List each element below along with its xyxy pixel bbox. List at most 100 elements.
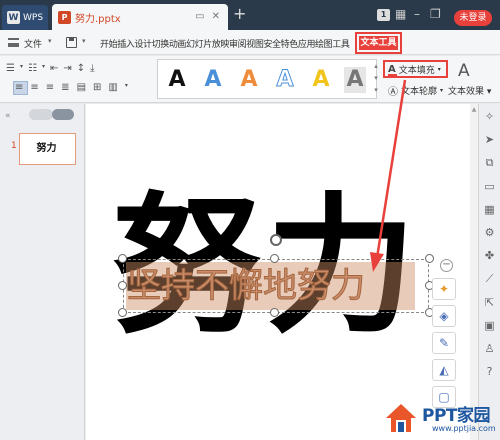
pptx-file-icon: P <box>58 10 71 24</box>
chevron-down-icon: ▾ <box>437 66 441 73</box>
shape-icon[interactable]: ▭ <box>484 180 494 193</box>
text-fill-button[interactable]: A 文本填充 ▾ <box>388 63 441 76</box>
vertical-scrollbar[interactable] <box>470 104 478 440</box>
hamburger-menu-icon[interactable] <box>8 38 19 47</box>
document-tab-label: 努力.pptx <box>75 13 121 25</box>
tab-design[interactable]: 设计 <box>134 37 152 50</box>
user-icon[interactable]: ♙ <box>485 342 495 355</box>
pin-icon[interactable]: ✧ <box>485 110 494 123</box>
line-spacing-icon[interactable]: ↕ <box>77 63 85 74</box>
text-fill-icon: A <box>388 64 397 76</box>
align-right-icon[interactable]: ≡ <box>46 82 54 93</box>
file-menu[interactable]: 文件 <box>24 37 42 50</box>
bullet-list-icon[interactable]: ☰ <box>6 63 15 74</box>
text-fill-label: 文本填充 <box>398 66 435 76</box>
copy-icon[interactable]: ⧉ <box>486 156 494 170</box>
save-icon[interactable] <box>66 37 77 48</box>
collapse-float-toolbar-button[interactable]: − <box>440 259 453 272</box>
resize-handle[interactable] <box>118 254 127 263</box>
layers-icon[interactable]: ◈ <box>432 305 456 327</box>
distribute-icon[interactable]: ▤ <box>77 82 86 93</box>
tab-security[interactable]: 安全 <box>263 37 281 50</box>
new-tab-button[interactable]: + <box>233 6 246 22</box>
align-center-icon[interactable]: ≡ <box>30 82 38 93</box>
magic-wand-icon[interactable]: ✦ <box>432 278 456 300</box>
decrease-indent-icon[interactable]: ⇤ <box>50 63 58 74</box>
columns-icon[interactable]: ▥ <box>108 82 117 93</box>
minimize-icon[interactable]: – <box>414 7 420 21</box>
resize-handle[interactable] <box>118 308 127 317</box>
text-effect-icon[interactable]: A <box>458 61 470 81</box>
scroll-up-icon[interactable]: ▲ <box>470 106 478 113</box>
text-outline-button[interactable]: Ⓐ 文本轮廓 ▾ <box>388 83 443 98</box>
wps-logo-icon: W <box>7 11 20 24</box>
text-effect-button[interactable]: 文本效果 ▾ <box>448 84 491 97</box>
text-style-gallery: A A A A A A <box>157 59 377 99</box>
image-icon[interactable]: ▣ <box>484 319 494 332</box>
style-preset-blue[interactable]: A <box>202 67 224 93</box>
tab-special-apps[interactable]: 特色应用 <box>281 37 316 50</box>
style-preset-black[interactable]: A <box>166 67 188 93</box>
view-toggle[interactable] <box>29 109 53 120</box>
justify-icon[interactable]: ≣ <box>61 82 69 93</box>
numbered-list-icon[interactable]: ☷ <box>28 63 37 74</box>
increase-indent-icon[interactable]: ⇥ <box>63 63 71 74</box>
share-icon[interactable]: ⇱ <box>485 296 494 309</box>
gear-icon[interactable]: ⚙ <box>485 226 495 239</box>
tab-review[interactable]: 审阅 <box>229 37 247 50</box>
style-preset-outline[interactable]: A <box>274 67 296 93</box>
text-effect-label: 文本效果 <box>448 87 485 97</box>
thumbnail-text: 努力 <box>36 143 57 154</box>
resize-handle[interactable] <box>425 254 434 263</box>
tab-animation[interactable]: 动画 <box>169 37 187 50</box>
maximize-icon[interactable]: ❐ <box>430 7 441 21</box>
resize-handle[interactable] <box>118 281 127 290</box>
resize-handle[interactable] <box>270 254 279 263</box>
cursor-icon[interactable]: ➤ <box>485 133 494 146</box>
chevron-down-icon[interactable]: ▾ <box>42 63 45 74</box>
menu-tabs: 开始 插入 设计 切换 动画 幻灯片放映 审阅 视图 安全 特色应用 绘图工具 <box>100 37 350 50</box>
monitor-icon[interactable]: ▭ <box>195 11 204 22</box>
resize-handle[interactable] <box>270 308 279 317</box>
site-watermark: PPT家园 www.pptjia.com <box>380 398 500 440</box>
text-direction-icon[interactable]: ⤓ <box>90 63 94 74</box>
collapse-panel-icon[interactable]: « <box>5 111 11 121</box>
gallery-scroll[interactable]: ▴ ▾ ▾ <box>372 60 380 96</box>
grid-icon[interactable]: ▦ <box>395 7 406 21</box>
align-vertical-icon[interactable]: ⊞ <box>93 82 101 93</box>
tab-start[interactable]: 开始 <box>100 37 118 50</box>
align-left-icon[interactable]: ≡ <box>15 82 23 93</box>
menu-bar: 文件 ▾ ▾ 开始 插入 设计 切换 动画 幻灯片放映 审阅 视图 安全 特色应… <box>0 30 500 80</box>
window-count-badge[interactable]: 1 <box>377 9 390 21</box>
rotate-handle[interactable] <box>270 234 282 246</box>
watermark-title: PPT家园 <box>422 406 491 426</box>
animation-icon[interactable]: ✤ <box>485 249 494 262</box>
tab-view[interactable]: 视图 <box>246 37 264 50</box>
tab-transition[interactable]: 切换 <box>152 37 170 50</box>
tab-drawing-tools[interactable]: 绘图工具 <box>315 37 350 50</box>
tab-text-tools[interactable]: 文本工具 <box>359 36 398 50</box>
chevron-down-icon[interactable]: ▾ <box>48 37 52 45</box>
style-preset-orange[interactable]: A <box>238 67 260 93</box>
help-icon[interactable]: ? <box>487 365 493 378</box>
list-formatting-group: ☰ ▾ ☷ ▾ ⇤ ⇥ ↕ ⤓ <box>6 63 95 74</box>
overlay-text[interactable]: 坚持不懈地努力 <box>127 262 427 310</box>
chevron-down-icon[interactable]: ▾ <box>82 37 86 45</box>
pen-icon[interactable]: ✎ <box>432 332 456 354</box>
document-tab[interactable]: P 努力.pptx ▭ ✕ <box>52 4 228 30</box>
style-preset-yellow[interactable]: A <box>310 67 332 93</box>
view-toggle-knob[interactable] <box>52 109 74 120</box>
wps-home-tab[interactable]: W WPS <box>2 5 48 30</box>
chevron-down-icon[interactable]: ▾ <box>20 63 23 74</box>
wand-icon[interactable]: ⟋ <box>486 272 494 286</box>
close-tab-icon[interactable]: ✕ <box>212 11 220 22</box>
tab-slideshow[interactable]: 幻灯片放映 <box>186 37 229 50</box>
alignment-group: ≡ ≡ ≡ ≣ ▤ ⊞ ▥ ▾ <box>15 82 128 93</box>
chevron-down-icon[interactable]: ▾ <box>125 82 128 93</box>
fill-bucket-icon[interactable]: ◭ <box>432 359 456 381</box>
style-preset-gray[interactable]: A <box>344 67 366 93</box>
login-button[interactable]: 未登录 <box>454 10 492 26</box>
tab-insert[interactable]: 插入 <box>117 37 135 50</box>
table-icon[interactable]: ▦ <box>484 203 494 216</box>
house-logo-icon <box>386 404 416 432</box>
